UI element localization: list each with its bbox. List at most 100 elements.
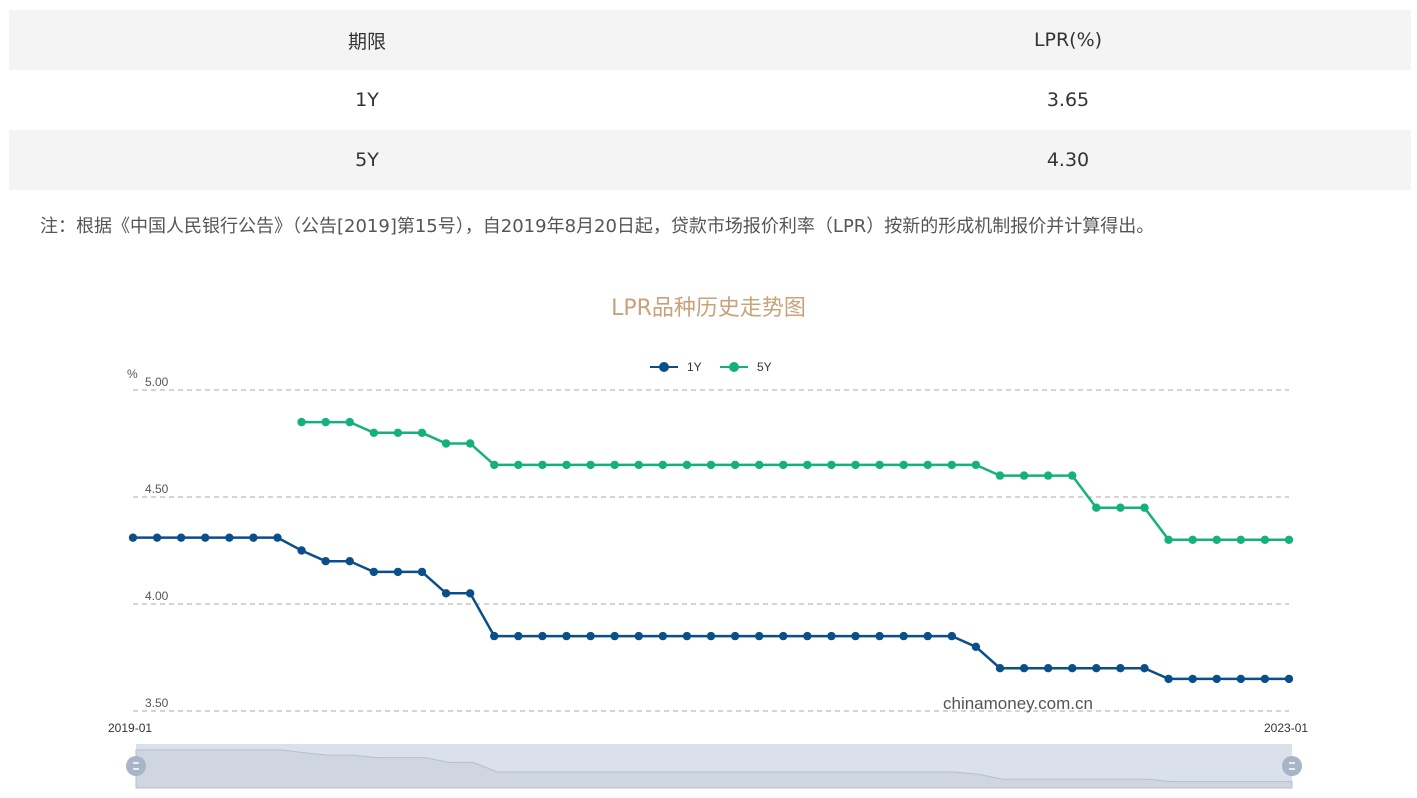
table-row: 5Y 4.30 [9,130,1411,190]
x-tick-label: 2023-01 [1264,721,1308,735]
row-rate: 3.65 [1046,89,1090,111]
data-point-1Y [128,533,138,542]
data-point-1Y [586,631,595,641]
data-point-1Y [995,664,1005,673]
series-line-1Y [133,536,1289,681]
data-point-5Y [947,460,957,470]
data-point-1Y [249,533,258,542]
data-point-1Y [176,533,186,542]
data-point-1Y [923,631,932,641]
data-point-1Y [225,533,234,542]
data-point-5Y [827,460,836,470]
data-point-5Y [538,460,547,470]
data-point-1Y [152,533,162,542]
data-point-5Y [562,460,571,470]
data-point-1Y [1092,664,1101,673]
data-point-1Y [779,631,788,641]
data-point-5Y [730,460,740,470]
data-point-5Y [1164,535,1173,544]
data-point-5Y [1019,471,1029,480]
data-point-1Y [393,567,403,577]
data-point-1Y [1260,674,1270,684]
data-point-1Y [1164,674,1173,684]
data-point-5Y [995,471,1005,480]
watermark: chinamoney.com.cn [943,694,1093,713]
data-point-1Y [899,631,908,641]
row-rate: 4.30 [725,130,1411,190]
data-point-1Y [682,631,692,641]
data-point-5Y [1260,535,1270,544]
data-point-1Y [441,589,451,598]
data-point-1Y [1212,674,1221,684]
legend-label: 5Y [757,360,772,374]
data-point-1Y [1236,674,1246,684]
data-point-5Y [803,460,812,470]
data-point-5Y [1236,535,1246,544]
data-point-1Y [1019,664,1029,673]
table-header-row: 期限 LPR(%) [9,10,1411,70]
row-term: 5Y [9,130,725,190]
data-point-1Y [417,567,427,577]
header-term: 期限 [9,10,725,70]
data-point-5Y [1116,503,1125,512]
data-point-1Y [947,631,957,641]
data-point-1Y [610,631,619,641]
data-point-1Y [321,557,330,566]
data-point-1Y [345,557,354,566]
data-point-1Y [562,631,571,641]
data-point-1Y [369,567,379,577]
data-point-1Y [658,631,668,641]
data-point-5Y [1212,535,1221,544]
y-axis-label: % [127,367,138,381]
data-point-5Y [634,460,643,470]
data-point-1Y [851,631,860,641]
footnote: 注：根据《中国人民银行公告》（公告[2019]第15号），自2019年8月20日… [40,216,1155,237]
data-point-1Y [514,631,523,641]
data-point-5Y [1284,535,1294,544]
data-point-1Y [803,631,812,641]
chart-title: LPR品种历史走势图 [611,296,806,321]
data-point-1Y [490,631,499,641]
data-point-5Y [851,460,860,470]
data-point-5Y [417,428,427,437]
data-point-5Y [1188,535,1197,544]
data-point-1Y [1140,664,1149,673]
data-point-1Y [1043,664,1053,673]
data-point-1Y [1188,674,1197,684]
data-point-5Y [1092,503,1101,512]
lpr-line-chart: 5.00 4.50 4.00 3.50% 2019-01 2023-01 chinamone… [108,360,1308,789]
series-line-5Y [301,420,1289,542]
zoom-handle-left[interactable] [126,756,146,776]
data-point-5Y [1140,503,1149,512]
data-point-5Y [321,417,330,427]
data-point-1Y [827,631,836,641]
data-point-5Y [658,460,668,470]
data-point-5Y [971,460,981,470]
table-row: 1Y 3.65 [9,70,1411,130]
data-point-5Y [899,460,908,470]
y-tick-label: 5.00 [145,375,169,389]
data-point-5Y [754,460,764,470]
legend-label: 1Y [687,360,702,374]
data-point-1Y [538,631,547,641]
data-point-1Y [273,533,282,542]
data-point-1Y [1068,664,1077,673]
y-tick-label: 4.00 [145,589,169,603]
data-point-5Y [441,439,451,448]
data-point-1Y [634,631,643,641]
data-point-1Y [465,589,475,598]
data-point-1Y [201,533,210,542]
data-point-5Y [465,439,475,448]
data-point-5Y [706,460,716,470]
data-point-5Y [586,460,595,470]
zoom-handle-right[interactable] [1282,756,1302,776]
data-point-1Y [754,631,764,641]
legend-marker [729,362,739,372]
data-point-5Y [1068,471,1077,480]
data-point-5Y [682,460,692,470]
data-point-5Y [779,460,788,470]
data-point-5Y [490,460,499,470]
data-point-1Y [297,546,306,555]
y-tick-label: 4.50 [145,482,169,496]
data-point-1Y [730,631,740,641]
